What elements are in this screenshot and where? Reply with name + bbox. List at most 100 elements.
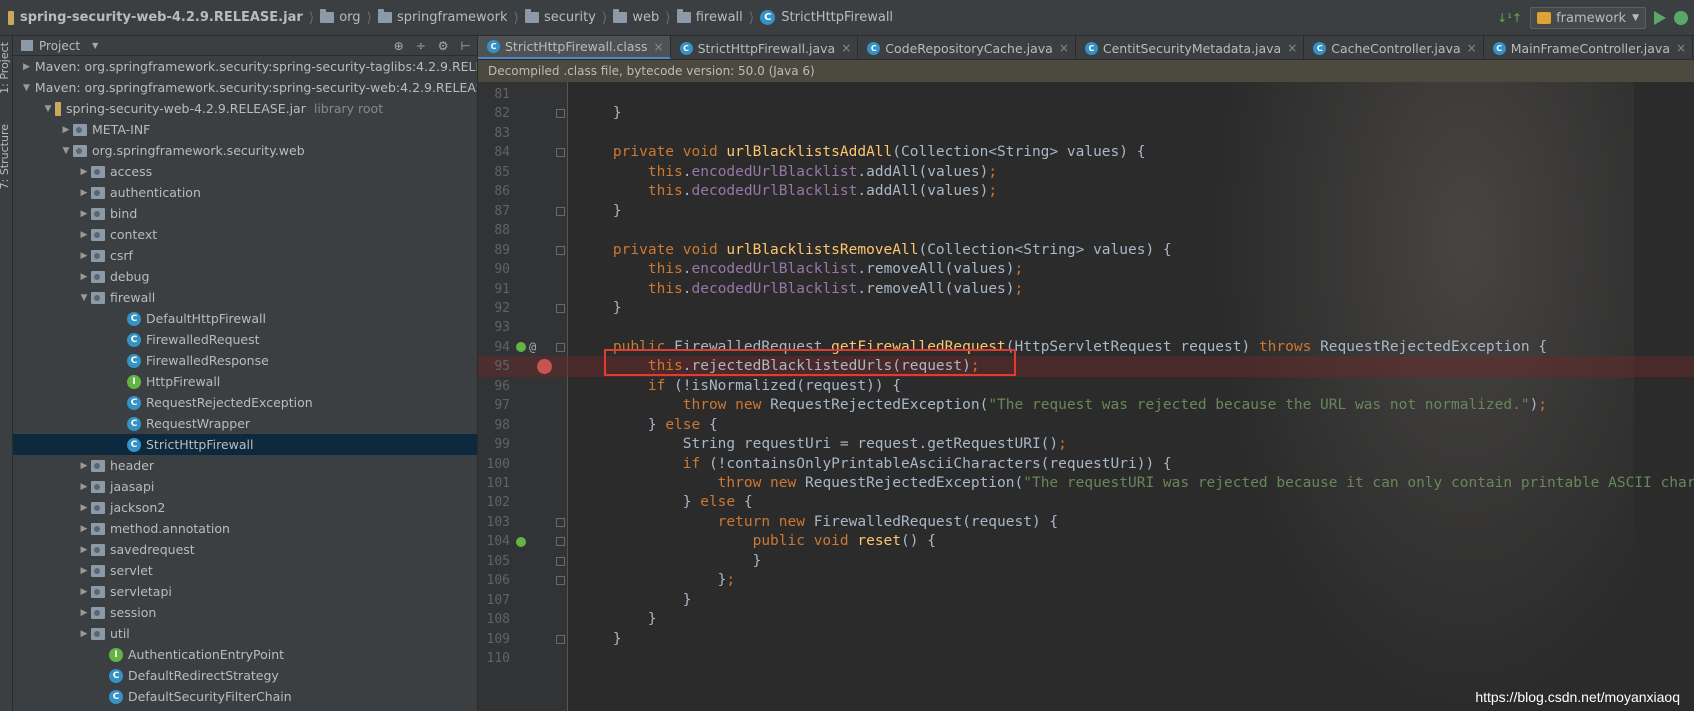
code-editor[interactable]: 81 82 } 83 84 private void urlBlacklistsAdd… bbox=[478, 82, 1694, 711]
line-number[interactable]: 86 bbox=[478, 181, 510, 202]
tree-item[interactable]: C DefaultRedirectStrategy bbox=[13, 665, 477, 686]
tree-item[interactable]: ▶ csrf bbox=[13, 245, 477, 266]
line-number[interactable]: 109 bbox=[478, 629, 510, 650]
line-number[interactable]: 108 bbox=[478, 609, 510, 630]
line-number[interactable]: 87 bbox=[478, 201, 510, 222]
tree-item[interactable]: ▶ access bbox=[13, 161, 477, 182]
chevron-down-icon[interactable]: ▼ bbox=[92, 41, 98, 50]
line-number[interactable]: 90 bbox=[478, 259, 510, 280]
tree-item[interactable]: ▶ jackson2 bbox=[13, 497, 477, 518]
tree-item[interactable]: ▶ util bbox=[13, 623, 477, 644]
expanded-arrow-icon[interactable]: ▼ bbox=[59, 146, 73, 156]
line-number[interactable]: 84 bbox=[478, 142, 510, 163]
editor-tab[interactable]: C StrictHttpFirewall.java × bbox=[671, 36, 859, 59]
code-line[interactable]: 101 throw new RequestRejectedException("… bbox=[478, 473, 1694, 494]
code-line[interactable]: 81 bbox=[478, 84, 1694, 105]
override-icon[interactable] bbox=[516, 342, 526, 353]
breadcrumb-item[interactable]: firewall bbox=[673, 0, 747, 36]
code-line[interactable]: 110 bbox=[478, 648, 1694, 669]
breakpoint-icon[interactable] bbox=[537, 359, 552, 375]
tool-window-structure[interactable]: 7: Structure bbox=[0, 124, 11, 189]
line-number[interactable]: 94 bbox=[478, 337, 510, 358]
line-number[interactable]: 106 bbox=[478, 570, 510, 591]
line-number[interactable]: 99 bbox=[478, 434, 510, 455]
code-line[interactable]: 108 } bbox=[478, 609, 1694, 630]
expanded-arrow-icon[interactable]: ▼ bbox=[41, 104, 55, 114]
collapsed-arrow-icon[interactable]: ▶ bbox=[77, 188, 91, 198]
editor-tab[interactable]: C CodeRepositoryCache.java × bbox=[858, 36, 1076, 59]
fold-marker-icon[interactable] bbox=[556, 109, 565, 119]
sort-icon[interactable]: ↓¹↑ bbox=[1497, 11, 1522, 25]
line-number[interactable]: 105 bbox=[478, 551, 510, 572]
collapsed-arrow-icon[interactable]: ▶ bbox=[77, 230, 91, 240]
code-line[interactable]: 84 private void urlBlacklistsAddAll(Coll… bbox=[478, 142, 1694, 163]
collapsed-arrow-icon[interactable]: ▶ bbox=[77, 503, 91, 513]
code-line[interactable]: 105 } bbox=[478, 551, 1694, 572]
line-number[interactable]: 88 bbox=[478, 220, 510, 241]
code-line[interactable]: 99 String requestUri = request.getReques… bbox=[478, 434, 1694, 455]
override-icon[interactable] bbox=[516, 536, 526, 547]
code-line[interactable]: 90 this.encodedUrlBlacklist.removeAll(va… bbox=[478, 259, 1694, 280]
tree-item[interactable]: ▶ savedrequest bbox=[13, 539, 477, 560]
line-number[interactable]: 104 bbox=[478, 531, 510, 552]
tree-item[interactable]: ▼ org.springframework.security.web bbox=[13, 140, 477, 161]
line-number[interactable]: 89 bbox=[478, 240, 510, 261]
tree-item[interactable]: ▶ header bbox=[13, 455, 477, 476]
collapsed-arrow-icon[interactable]: ▶ bbox=[77, 608, 91, 618]
code-line[interactable]: 87 } bbox=[478, 201, 1694, 222]
code-line[interactable]: 109 } bbox=[478, 629, 1694, 650]
collapsed-arrow-icon[interactable]: ▶ bbox=[77, 566, 91, 576]
code-line[interactable]: 97 throw new RequestRejectedException("T… bbox=[478, 395, 1694, 416]
collapsed-arrow-icon[interactable]: ▶ bbox=[59, 125, 73, 135]
code-line[interactable]: 88 bbox=[478, 220, 1694, 241]
line-number[interactable]: 97 bbox=[478, 395, 510, 416]
tree-item[interactable]: ▼ spring-security-web-4.2.9.RELEASE.jar li… bbox=[13, 98, 477, 119]
fold-marker-icon[interactable] bbox=[556, 303, 565, 313]
tree-item[interactable]: I HttpFirewall bbox=[13, 371, 477, 392]
tree-item[interactable]: ▼ firewall bbox=[13, 287, 477, 308]
close-icon[interactable]: × bbox=[1467, 41, 1477, 55]
code-line[interactable]: 85 this.encodedUrlBlacklist.addAll(value… bbox=[478, 162, 1694, 183]
code-line[interactable]: 104 public void reset() { bbox=[478, 531, 1694, 552]
line-number[interactable]: 102 bbox=[478, 492, 510, 513]
fold-marker-icon[interactable] bbox=[556, 148, 565, 158]
locate-icon[interactable]: ⊕ bbox=[394, 39, 404, 53]
close-icon[interactable]: × bbox=[1059, 41, 1069, 55]
run-configuration-select[interactable]: framework ▼ bbox=[1530, 7, 1646, 29]
breadcrumb-item[interactable]: org bbox=[316, 0, 364, 36]
tree-item[interactable]: ▶ method.annotation bbox=[13, 518, 477, 539]
collapsed-arrow-icon[interactable]: ▶ bbox=[77, 545, 91, 555]
line-number[interactable]: 103 bbox=[478, 512, 510, 533]
line-number[interactable]: 81 bbox=[478, 84, 510, 105]
line-number[interactable]: 98 bbox=[478, 415, 510, 436]
tree-item[interactable]: ▶ Maven: org.springframework.security:spr… bbox=[13, 56, 477, 77]
line-number[interactable]: 96 bbox=[478, 376, 510, 397]
code-line[interactable]: 91 this.decodedUrlBlacklist.removeAll(va… bbox=[478, 279, 1694, 300]
collapsed-arrow-icon[interactable]: ▶ bbox=[77, 587, 91, 597]
line-number[interactable]: 85 bbox=[478, 162, 510, 183]
debug-icon[interactable] bbox=[1674, 11, 1688, 25]
collapsed-arrow-icon[interactable]: ▶ bbox=[77, 482, 91, 492]
code-line[interactable]: 94 @ public FirewalledRequest getFirewall… bbox=[478, 337, 1694, 358]
tool-window-project[interactable]: 1: Project bbox=[0, 42, 11, 94]
breadcrumb-item[interactable]: spring-security-web-4.2.9.RELEASE.jar bbox=[4, 0, 307, 36]
collapse-icon[interactable]: ÷ bbox=[416, 39, 426, 53]
line-number[interactable]: 82 bbox=[478, 103, 510, 124]
close-icon[interactable]: × bbox=[654, 40, 664, 54]
close-icon[interactable]: × bbox=[1676, 41, 1686, 55]
editor-tab[interactable]: C StrictHttpFirewall.class × bbox=[478, 36, 671, 59]
hide-icon[interactable]: ⊢ bbox=[461, 39, 471, 53]
line-number[interactable]: 101 bbox=[478, 473, 510, 494]
breadcrumb-item[interactable]: C StrictHttpFirewall bbox=[756, 0, 897, 36]
fold-marker-icon[interactable] bbox=[556, 517, 565, 527]
tree-item[interactable]: C RequestRejectedException bbox=[13, 392, 477, 413]
annotation-icon[interactable]: @ bbox=[529, 337, 536, 358]
tree-item[interactable]: ▶ jaasapi bbox=[13, 476, 477, 497]
collapsed-arrow-icon[interactable]: ▶ bbox=[77, 167, 91, 177]
editor-tab[interactable]: C MainFrameController.java × bbox=[1484, 36, 1694, 59]
collapsed-arrow-icon[interactable]: ▶ bbox=[77, 524, 91, 534]
code-line[interactable]: 93 bbox=[478, 317, 1694, 338]
line-number[interactable]: 92 bbox=[478, 298, 510, 319]
fold-marker-icon[interactable] bbox=[556, 537, 565, 547]
code-line[interactable]: 82 } bbox=[478, 103, 1694, 124]
